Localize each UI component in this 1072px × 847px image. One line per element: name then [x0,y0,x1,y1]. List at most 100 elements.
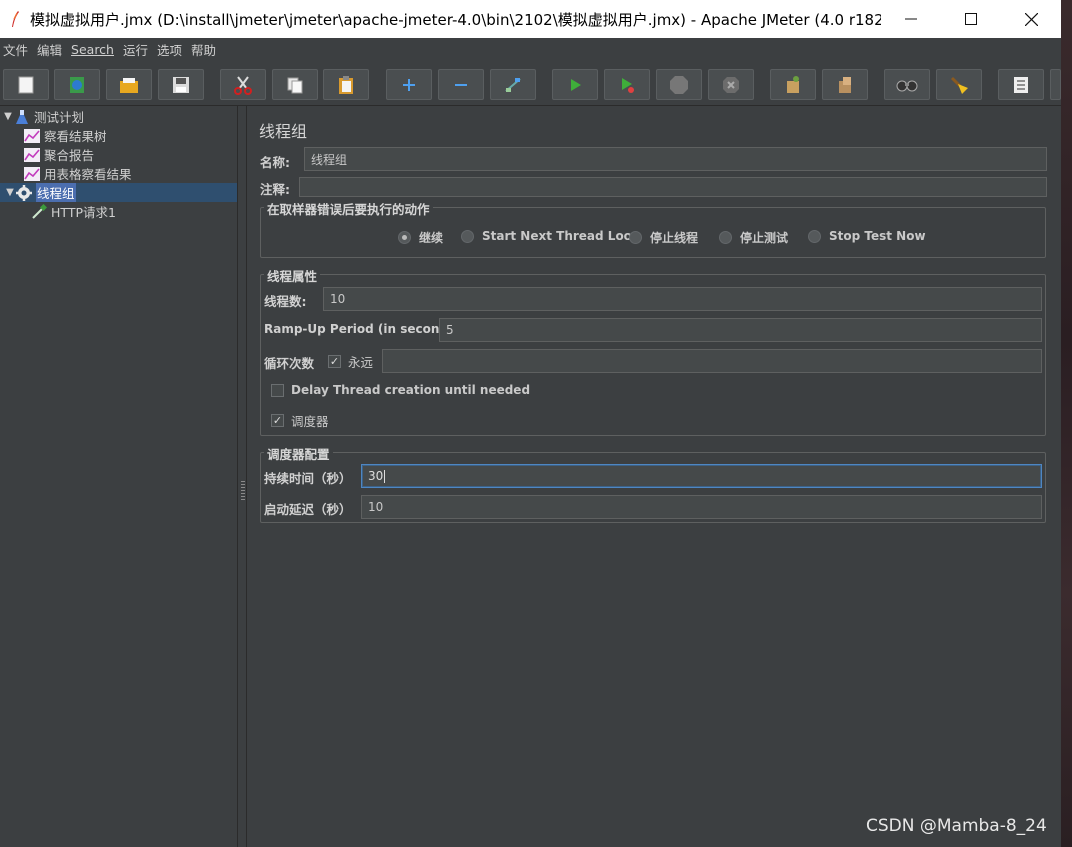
duration-label: 持续时间（秒） [264,471,352,486]
test-plan-flask-icon [14,109,30,125]
jmeter-window: 模拟虚拟用户.jmx (D:\install\jmeter\jmeter\apa… [0,0,1061,847]
radio-icon [808,229,821,243]
tree-node-test-plan[interactable]: ▼ 测试计划 [2,107,84,126]
copy-button[interactable] [272,69,318,100]
comment-label: 注释: [260,182,290,197]
expanded-arrow-icon[interactable]: ▼ [2,111,14,122]
duration-field[interactable]: 30 [361,464,1042,488]
start-button[interactable] [552,69,598,100]
expand-icon [403,78,415,91]
save-button[interactable] [158,69,204,100]
tree-label-test-plan: 测试计划 [34,110,85,125]
thread-properties-title: 线程属性 [264,266,321,285]
cut-button[interactable] [220,69,266,100]
collapse-button[interactable] [438,69,484,100]
startup-delay-field[interactable]: 10 [361,495,1042,519]
clear-icon [787,75,799,93]
scheduler-config-title: 调度器配置 [264,444,333,463]
name-field[interactable]: 线程组 [304,147,1047,171]
menu-help[interactable]: 帮助 [188,40,222,59]
templates-button[interactable] [54,69,100,100]
new-button[interactable] [3,69,49,100]
copy-icon [287,77,303,93]
checkmark-icon: ✓ [328,355,341,368]
tree-node-thread-group[interactable]: ▼ 线程组 [0,183,237,202]
name-label: 名称: [260,155,290,170]
comment-field[interactable] [299,177,1047,197]
listener-chart-icon [24,128,40,144]
collapse-icon [455,83,467,86]
rampup-field[interactable]: 5 [439,318,1042,342]
radio-icon [719,231,732,244]
panel-splitter[interactable] [237,106,247,847]
open-button[interactable] [106,69,152,100]
scheduler-checkbox[interactable]: ✓ 调度器 [271,411,329,430]
tree-node-aggregate-report[interactable]: 聚合报告 [24,145,94,164]
menu-options[interactable]: 选项 [154,40,188,59]
clear-all-icon [839,76,851,93]
tree-label-thread-group: 线程组 [36,183,76,202]
radio-start-next-loop[interactable]: Start Next Thread Loop [461,229,641,243]
save-icon [173,76,189,93]
shutdown-icon [723,76,739,93]
text-caret [384,469,386,483]
menu-file[interactable]: 文件 [0,40,34,59]
radio-label: 停止测试 [740,231,789,245]
minimize-button[interactable] [881,0,941,38]
expand-button[interactable] [386,69,432,100]
duration-value: 30 [368,469,384,483]
cut-icon [234,75,252,95]
maximize-button[interactable] [941,0,1001,38]
delay-thread-checkbox[interactable]: Delay Thread creation until needed [271,383,530,397]
page-title: 线程组 [259,122,308,141]
toolbar-overflow[interactable] [1050,69,1061,100]
reset-search-button[interactable] [936,69,982,100]
search-button[interactable] [884,69,930,100]
toggle-button[interactable] [490,69,536,100]
menu-edit[interactable]: 编辑 [34,40,68,59]
radio-stop-test[interactable]: 停止测试 [719,229,788,246]
title-bar: 模拟虚拟用户.jmx (D:\install\jmeter\jmeter\apa… [0,0,1061,38]
tree-node-table-results[interactable]: 用表格察看结果 [24,164,132,183]
pipette-icon [31,203,47,220]
paste-button[interactable] [323,69,369,100]
checkmark-icon: ✓ [271,414,284,427]
radio-selected-icon [398,231,411,244]
menu-run[interactable]: 运行 [120,40,154,59]
radio-continue[interactable]: 继续 [398,229,443,246]
menu-search[interactable]: Search [68,42,120,57]
error-action-title: 在取样器错误后要执行的动作 [264,199,433,218]
templates-icon [70,76,84,93]
desktop-background [1061,0,1072,847]
tree-label: 聚合报告 [44,148,95,163]
checkbox-empty-icon [271,383,284,397]
tree-node-result-tree[interactable]: 察看结果树 [24,126,107,145]
jmeter-feather-icon [8,10,22,28]
threads-field[interactable]: 10 [323,287,1042,311]
paste-icon [339,75,353,94]
expanded-arrow-icon[interactable]: ▼ [4,187,16,198]
close-button[interactable] [1001,0,1061,38]
stop-button[interactable] [656,69,702,100]
open-icon [120,77,138,93]
tree-label: 用表格察看结果 [44,167,132,182]
rampup-label: Ramp-Up Period (in seconds): [264,322,466,336]
shutdown-button[interactable] [708,69,754,100]
function-helper-button[interactable] [998,69,1044,100]
search-icon [896,80,918,91]
tree-node-http-request[interactable]: HTTP请求1 [31,202,116,221]
clear-button[interactable] [770,69,816,100]
splitter-grip-icon[interactable] [241,481,245,501]
scheduler-label: 调度器 [291,414,329,429]
forever-checkbox[interactable]: ✓ 永远 [328,352,373,371]
clear-all-button[interactable] [822,69,868,100]
radio-label: 继续 [419,231,444,245]
listener-chart-icon [24,166,40,182]
radio-stop-test-now[interactable]: Stop Test Now [808,229,926,243]
gear-icon [16,184,32,201]
loop-count-field[interactable] [382,349,1042,373]
radio-icon [629,231,642,244]
reset-search-icon [950,76,968,94]
start-no-pause-button[interactable] [604,69,650,100]
radio-stop-thread[interactable]: 停止线程 [629,229,698,246]
